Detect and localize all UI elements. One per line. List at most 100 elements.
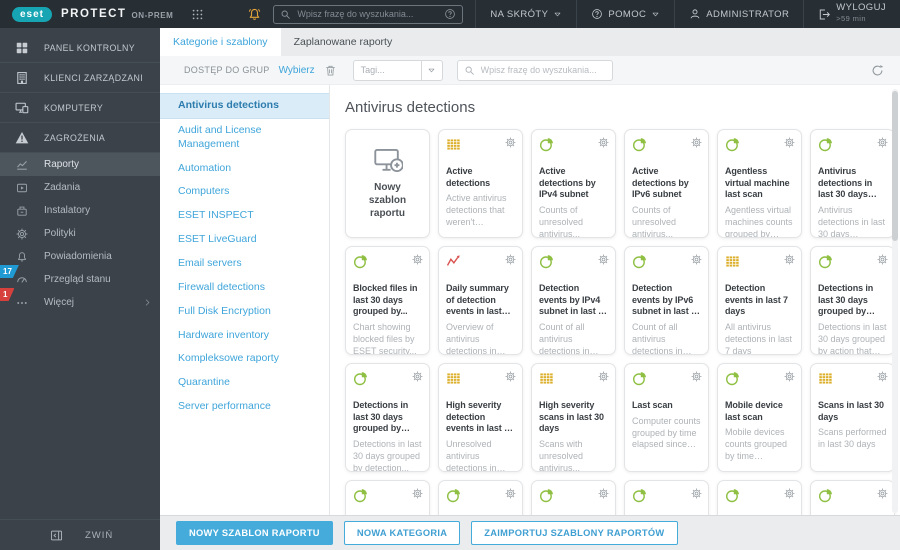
category-eset-inspect[interactable]: ESET INSPECT [160, 204, 329, 228]
report-card-partial-2[interactable] [438, 480, 523, 515]
category-eset-liveguard[interactable]: ESET LiveGuard [160, 228, 329, 252]
category-quarantine[interactable]: Quarantine [160, 371, 329, 395]
card-settings-gear-icon[interactable] [784, 488, 795, 499]
report-card-partial-6[interactable] [810, 480, 895, 515]
report-card-partial-4[interactable] [624, 480, 709, 515]
category-automation[interactable]: Automation [160, 157, 329, 181]
sidebar-item-polityki[interactable]: Polityki [0, 222, 160, 245]
scrollbar-thumb[interactable] [892, 91, 898, 241]
card-settings-gear-icon[interactable] [505, 488, 516, 499]
card-settings-gear-icon[interactable] [598, 371, 609, 382]
search-help-icon[interactable] [444, 8, 456, 20]
tags-filter-dropdown[interactable]: Tagi... [352, 59, 443, 81]
tab-zaplanowane-raporty[interactable]: Zaplanowane raporty [281, 28, 406, 56]
report-card-detections-in-last-30-days-grouped-by-detection[interactable]: Detections in last 30 days grouped by de… [345, 363, 430, 472]
category-antivirus-detections[interactable]: Antivirus detections [160, 93, 329, 119]
report-card-detection-events-in-last-7-days[interactable]: Detection events in last 7 days All antiv… [717, 246, 802, 355]
category-server-performance[interactable]: Server performance [160, 395, 329, 419]
card-settings-gear-icon[interactable] [784, 254, 795, 265]
nowy-szablon-raportu-button[interactable]: NOWY SZABLON RAPORTU [176, 521, 333, 545]
card-settings-gear-icon[interactable] [877, 254, 888, 265]
card-settings-gear-icon[interactable] [412, 254, 423, 265]
refresh-icon[interactable] [871, 64, 884, 77]
report-card-description: Count of all antivirus detections in las… [539, 322, 590, 355]
scrollbar[interactable] [892, 89, 898, 513]
sidebar-item-wiecej[interactable]: 1 Więcej [0, 288, 160, 314]
category-computers[interactable]: Computers [160, 180, 329, 204]
report-card-detections-in-last-30-days-grouped-by-action-taken[interactable]: Detections in last 30 days grouped by ac… [810, 246, 895, 355]
card-settings-gear-icon[interactable] [691, 254, 702, 265]
filter-search-input[interactable] [478, 64, 606, 76]
eset-logo: eset [12, 6, 53, 22]
chevron-right-icon [143, 298, 152, 307]
card-settings-gear-icon[interactable] [691, 488, 702, 499]
report-card-active-detections[interactable]: Active detections Active antivirus detect… [438, 129, 523, 238]
card-settings-gear-icon[interactable] [505, 137, 516, 148]
card-settings-gear-icon[interactable] [412, 371, 423, 382]
report-card-mobile-device-last-scan[interactable]: Mobile device last scan Mobile devices co… [717, 363, 802, 472]
group-access-select-link[interactable]: Wybierz [279, 65, 315, 76]
report-card-high-severity-scans-in-last-30-days[interactable]: High severity scans in last 30 days Scans… [531, 363, 616, 472]
sidebar-item-powiadomienia[interactable]: Powiadomienia [0, 245, 160, 268]
notifications-bell-icon[interactable] [247, 7, 262, 22]
report-card-scans-in-last-30-days[interactable]: Scans in last 30 days Scans performed in … [810, 363, 895, 472]
report-card-detection-events-by-ipv4-subnet-in-last-7-days[interactable]: Detection events by IPv4 subnet in last … [531, 246, 616, 355]
report-card-partial-3[interactable] [531, 480, 616, 515]
report-card-blocked-files-in-last-30-days-grouped-by[interactable]: Blocked files in last 30 days grouped by… [345, 246, 430, 355]
report-card-agentless-virtual-machine-last-scan[interactable]: Agentless virtual machine last scan Agent… [717, 129, 802, 238]
logout-icon [818, 8, 831, 21]
category-hardware-inventory[interactable]: Hardware inventory [160, 324, 329, 348]
page-title: Antivirus detections [345, 99, 476, 116]
zaimportuj-szablony-raportow-button[interactable]: ZAIMPORTUJ SZABLONY RAPORTÓW [471, 521, 678, 545]
new-report-template-card[interactable]: Nowy szablon raportu [345, 129, 430, 238]
collapse-sidebar-button[interactable]: ZWIŃ [0, 519, 160, 550]
report-card-last-scan[interactable]: Last scan Computer counts grouped by time… [624, 363, 709, 472]
category-kompleksowe-raporty[interactable]: Kompleksowe raporty [160, 347, 329, 371]
card-settings-gear-icon[interactable] [412, 488, 423, 499]
sidebar-item-panel-kontrolny[interactable]: PANEL KONTROLNY [0, 33, 160, 63]
card-settings-gear-icon[interactable] [598, 254, 609, 265]
shortcuts-menu[interactable]: NA SKRÓTY [475, 0, 576, 28]
card-settings-gear-icon[interactable] [784, 371, 795, 382]
category-firewall-detections[interactable]: Firewall detections [160, 276, 329, 300]
category-audit-and-license-management[interactable]: Audit and License Management [160, 119, 329, 157]
card-settings-gear-icon[interactable] [691, 371, 702, 382]
tab-kategorie-i-szablony[interactable]: Kategorie i szablony [160, 28, 281, 56]
category-full-disk-encryption[interactable]: Full Disk Encryption [160, 300, 329, 324]
report-card-detection-events-by-ipv6-subnet-in-last-7-days[interactable]: Detection events by IPv6 subnet in last … [624, 246, 709, 355]
sidebar-item-zadania[interactable]: Zadania [0, 176, 160, 199]
category-panel: Antivirus detections Audit and License Ma… [160, 85, 330, 515]
card-settings-gear-icon[interactable] [877, 371, 888, 382]
report-card-description: Antivirus detections in last 30 days det… [818, 205, 886, 238]
sidebar-item-klienci-zarzadzani[interactable]: KLIENCI ZARZĄDZANI [0, 63, 160, 93]
sidebar-item-komputery[interactable]: KOMPUTERY [0, 93, 160, 123]
report-card-high-severity-detection-events-in-last-7-days[interactable]: High severity detection events in last 7… [438, 363, 523, 472]
card-settings-gear-icon[interactable] [598, 488, 609, 499]
apps-grid-icon[interactable] [191, 8, 204, 21]
category-email-servers[interactable]: Email servers [160, 252, 329, 276]
report-card-antivirus-detections-in-last-30-days-groupe[interactable]: Antivirus detections in last 30 days gro… [810, 129, 895, 238]
logout-button[interactable]: WYLOGUJ >59 min [803, 0, 900, 28]
user-menu[interactable]: ADMINISTRATOR [674, 0, 803, 28]
report-card-daily-summary-of-detection-events-in-last-3[interactable]: Daily summary of detection events in las… [438, 246, 523, 355]
card-settings-gear-icon[interactable] [784, 137, 795, 148]
card-settings-gear-icon[interactable] [691, 137, 702, 148]
card-settings-gear-icon[interactable] [877, 488, 888, 499]
sidebar-item-przeglad-stanu[interactable]: 17 Przegląd stanu [0, 265, 160, 291]
report-card-active-detections-by-ipv4-subnet[interactable]: Active detections by IPv4 subnet Counts o… [531, 129, 616, 238]
report-card-partial-5[interactable] [717, 480, 802, 515]
nowa-kategoria-button[interactable]: NOWA KATEGORIA [343, 521, 461, 545]
help-menu[interactable]: POMOC [576, 0, 674, 28]
sidebar-item-zagrozenia[interactable]: ZAGROŻENIA [0, 123, 160, 153]
card-settings-gear-icon[interactable] [505, 254, 516, 265]
report-card-active-detections-by-ipv6-subnet[interactable]: Active detections by IPv6 subnet Counts o… [624, 129, 709, 238]
card-settings-gear-icon[interactable] [598, 137, 609, 148]
card-settings-gear-icon[interactable] [877, 137, 888, 148]
card-settings-gear-icon[interactable] [505, 371, 516, 382]
pie-chart-icon [353, 371, 368, 386]
sidebar-item-raporty[interactable]: Raporty [0, 153, 160, 176]
trash-icon[interactable] [324, 64, 337, 77]
report-card-partial-1[interactable] [345, 480, 430, 515]
sidebar-item-instalatory[interactable]: Instalatory [0, 199, 160, 222]
global-search-input[interactable] [295, 8, 441, 20]
